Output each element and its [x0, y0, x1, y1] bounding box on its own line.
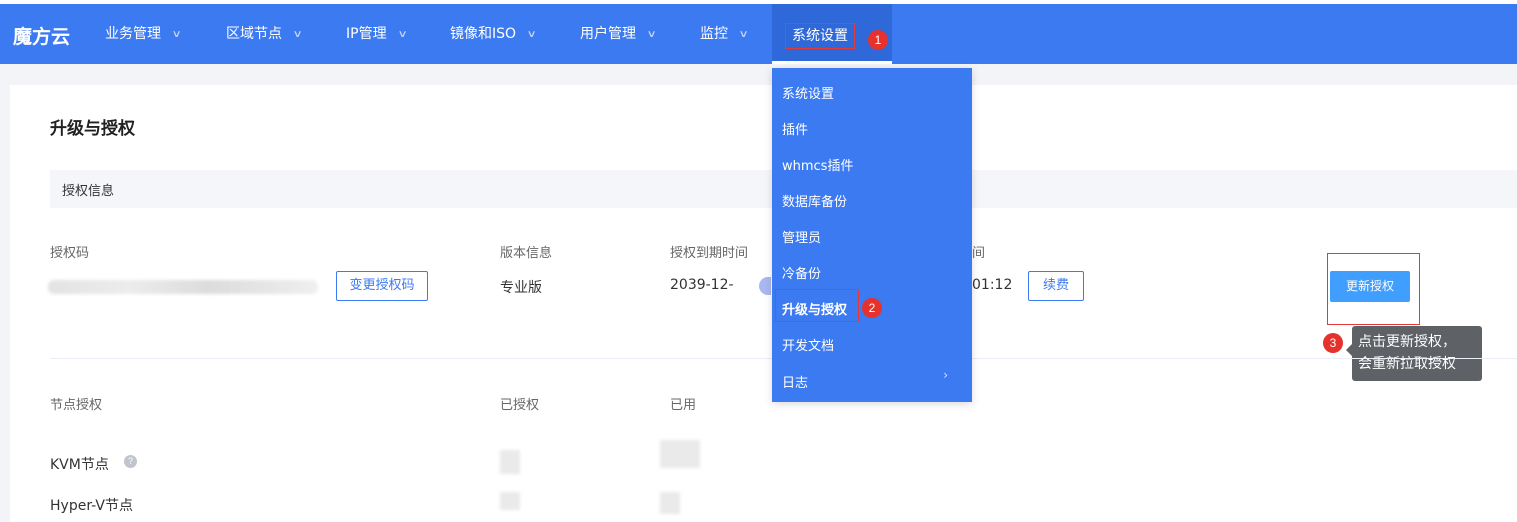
chevron-down-icon: ∨	[646, 29, 657, 40]
nav-item-users[interactable]: 用户管理 ∨	[580, 4, 657, 64]
dropdown-item-system-settings[interactable]: 系统设置	[782, 83, 834, 102]
update-license-button[interactable]: 更新授权	[1330, 271, 1410, 302]
used-value-redacted	[660, 492, 680, 514]
tooltip-line: 会重新拉取授权	[1358, 356, 1456, 372]
used-header: 已用	[670, 398, 697, 413]
system-settings-dropdown: 系统设置 插件 whmcs插件 数据库备份 管理员 冷备份 升级与授权 开发文档…	[772, 68, 972, 402]
top-navbar: 魔方云 业务管理 ∨ 区域节点 ∨ IP管理 ∨ 镜像和ISO ∨ 用户管理 ∨ 监控 ∨ …	[0, 4, 1517, 64]
nav-label: 监控	[700, 26, 728, 42]
page-title: 升级与授权	[50, 119, 135, 139]
chevron-right-icon: ›	[943, 368, 948, 382]
chevron-down-icon: ∨	[397, 29, 408, 40]
dropdown-item-logs[interactable]: 日志	[782, 372, 808, 391]
main-card	[10, 85, 1517, 522]
authorized-header: 已授权	[500, 398, 540, 413]
node-name-hyperv: Hyper-V节点	[50, 498, 133, 514]
step-badge: 1	[868, 30, 888, 50]
node-name-kvm: KVM节点	[50, 457, 109, 473]
brand-logo[interactable]: 魔方云	[13, 22, 70, 49]
license-code-label: 授权码	[50, 246, 90, 261]
authorized-value-redacted	[500, 492, 520, 510]
change-license-button[interactable]: 变更授权码	[336, 271, 428, 301]
used-value-redacted	[660, 440, 700, 468]
step-badge: 3	[1323, 333, 1343, 353]
tooltip-line: 点击更新授权，	[1358, 334, 1456, 350]
scroll-indicator	[759, 277, 771, 295]
nav-item-images-iso[interactable]: 镜像和ISO ∨	[450, 4, 537, 64]
time-value-partial: 01:12	[972, 277, 1013, 293]
annotation-box: 系统设置	[785, 23, 855, 49]
nav-label: 镜像和ISO	[450, 26, 517, 42]
nav-label: 用户管理	[580, 26, 636, 42]
nav-item-region-nodes[interactable]: 区域节点 ∨	[226, 4, 303, 64]
active-underline	[772, 61, 892, 64]
tooltip: 点击更新授权， 会重新拉取授权	[1346, 326, 1482, 381]
nav-label: IP管理	[346, 26, 387, 42]
version-label: 版本信息	[500, 246, 553, 261]
expire-label: 授权到期时间	[670, 246, 749, 261]
dropdown-item-dev-docs[interactable]: 开发文档	[782, 335, 834, 354]
dropdown-item-plugins[interactable]: 插件	[782, 119, 808, 138]
nav-label: 系统设置	[792, 28, 848, 44]
dropdown-item-cold-backup[interactable]: 冷备份	[782, 263, 821, 282]
chevron-down-icon: ∨	[526, 29, 537, 40]
version-value: 专业版	[500, 280, 542, 296]
nav-label: 区域节点	[226, 26, 282, 42]
step-badge: 2	[862, 298, 882, 318]
dropdown-item-upgrade-license[interactable]: 升级与授权	[782, 299, 847, 318]
chevron-down-icon: ∨	[171, 29, 182, 40]
node-auth-header: 节点授权	[50, 398, 103, 413]
time-label-partial: 间	[972, 246, 986, 261]
nav-item-business[interactable]: 业务管理 ∨	[105, 4, 182, 64]
nav-item-ip[interactable]: IP管理 ∨	[346, 4, 408, 64]
section-title: 授权信息	[62, 184, 115, 199]
chevron-down-icon: ∨	[292, 29, 303, 40]
expire-value: 2039-12-	[670, 277, 734, 293]
help-icon[interactable]: ?	[124, 455, 137, 468]
dropdown-item-admins[interactable]: 管理员	[782, 227, 821, 246]
dropdown-item-db-backup[interactable]: 数据库备份	[782, 191, 847, 210]
dropdown-item-whmcs-plugins[interactable]: whmcs插件	[782, 155, 853, 174]
license-code-value-redacted	[48, 280, 318, 294]
nav-label: 业务管理	[105, 26, 161, 42]
renew-button[interactable]: 续费	[1028, 271, 1084, 301]
authorized-value-redacted	[500, 450, 520, 474]
nav-item-monitor[interactable]: 监控 ∨	[700, 4, 749, 64]
chevron-down-icon: ∨	[738, 29, 749, 40]
